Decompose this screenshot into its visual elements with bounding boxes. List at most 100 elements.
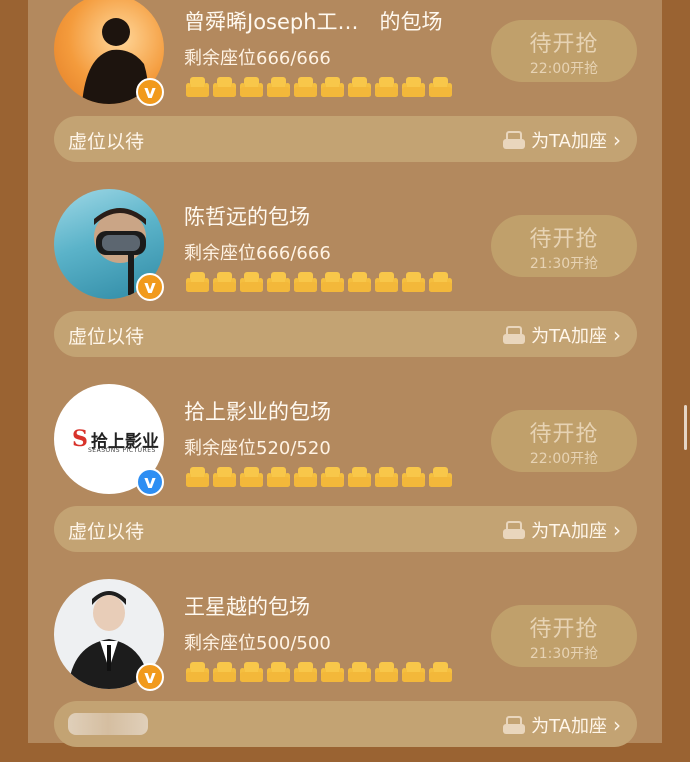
sofa-icon [503, 521, 526, 539]
seat-icon [294, 467, 317, 487]
showing-title: 曾舜晞Joseph工… 的包场 [184, 10, 443, 34]
pending-grab-button[interactable]: 待开抢 21:30开抢 [491, 215, 637, 277]
add-seat-link[interactable]: 为TA加座 › [503, 712, 621, 738]
pending-grab-button[interactable]: 待开抢 21:30开抢 [491, 605, 637, 667]
verified-badge-icon: v [136, 273, 164, 301]
seat-row [186, 662, 452, 682]
seats-remaining: 剩余座位500/500 [184, 633, 331, 654]
seat-placeholder-text: 虚位以待 [68, 131, 145, 153]
seat-icon [402, 467, 425, 487]
seat-icon [186, 272, 209, 292]
showing-card: v 曾舜晞Joseph工… 的包场 剩余座位666/666 待开抢 22:00开… [28, 0, 662, 177]
button-label: 待开抢 [529, 32, 599, 57]
verified-badge-icon: v [136, 468, 164, 496]
seat-icon [294, 272, 317, 292]
verified-badge-icon: v [136, 78, 164, 106]
seat-icon [267, 272, 290, 292]
seat-icon [321, 662, 344, 682]
add-seat-label: 为TA加座 [531, 326, 607, 347]
scroll-indicator[interactable] [684, 405, 687, 450]
seat-icon [402, 77, 425, 97]
seat-row [186, 272, 452, 292]
chevron-right-icon: › [613, 518, 621, 542]
seats-remaining: 剩余座位666/666 [184, 243, 331, 264]
chevron-right-icon: › [613, 713, 621, 737]
seat-icon [348, 77, 371, 97]
showing-title: 王星越的包场 [184, 595, 310, 619]
seat-icon [294, 662, 317, 682]
sofa-icon [503, 326, 526, 344]
showing-list-panel: v 曾舜晞Joseph工… 的包场 剩余座位666/666 待开抢 22:00开… [28, 0, 662, 747]
start-time: 21:30开抢 [529, 646, 599, 662]
seat-icon [213, 662, 236, 682]
seat-icon [186, 77, 209, 97]
add-seat-label: 为TA加座 [531, 716, 607, 737]
showing-title: 陈哲远的包场 [184, 205, 310, 229]
chevron-right-icon: › [613, 323, 621, 347]
seat-icon [240, 77, 263, 97]
seat-icon [375, 272, 398, 292]
seat-icon [240, 467, 263, 487]
seats-remaining: 剩余座位666/666 [184, 48, 331, 69]
seat-icon [294, 77, 317, 97]
seat-bar: 虚位以待 为TA加座 › [54, 311, 637, 357]
seat-icon [267, 467, 290, 487]
chevron-right-icon: › [613, 128, 621, 152]
seat-icon [375, 77, 398, 97]
seat-icon [429, 272, 452, 292]
pending-grab-button[interactable]: 待开抢 22:00开抢 [491, 410, 637, 472]
seat-icon [321, 272, 344, 292]
seat-icon [267, 662, 290, 682]
seat-icon [402, 662, 425, 682]
showing-card: v 陈哲远的包场 剩余座位666/666 待开抢 21:30开抢 虚位以待 为T… [28, 177, 662, 372]
seat-placeholder-text: 虚位以待 [68, 521, 145, 543]
add-seat-label: 为TA加座 [531, 131, 607, 152]
pending-grab-button[interactable]: 待开抢 22:00开抢 [491, 20, 637, 82]
button-label: 待开抢 [529, 227, 599, 252]
seat-placeholder-text: 虚位以待 [68, 326, 145, 348]
seat-icon [213, 467, 236, 487]
seat-icon [429, 77, 452, 97]
showing-card: v 王星越的包场 剩余座位500/500 待开抢 21:30开抢 为TA加座 › [28, 567, 662, 762]
seat-row [186, 77, 452, 97]
seat-icon [348, 272, 371, 292]
seat-icon [321, 467, 344, 487]
button-label: 待开抢 [529, 617, 599, 642]
seat-row [186, 467, 452, 487]
seat-icon [213, 77, 236, 97]
seat-icon [240, 272, 263, 292]
add-seat-link[interactable]: 为TA加座 › [503, 322, 621, 348]
seat-icon [240, 662, 263, 682]
seat-icon [375, 662, 398, 682]
seat-bar: 为TA加座 › [54, 701, 637, 747]
showing-card: S 拾上影业 SEASONS PICTURES v 拾上影业的包场 剩余座位52… [28, 372, 662, 567]
sofa-icon [503, 131, 526, 149]
start-time: 22:00开抢 [529, 451, 599, 467]
start-time: 22:00开抢 [529, 61, 599, 77]
add-seat-link[interactable]: 为TA加座 › [503, 517, 621, 543]
seat-icon [186, 467, 209, 487]
seat-icon [402, 272, 425, 292]
verified-badge-icon: v [136, 663, 164, 691]
logo-mark-icon: S [72, 426, 88, 452]
seat-icon [375, 467, 398, 487]
seat-icon [186, 662, 209, 682]
seats-remaining: 剩余座位520/520 [184, 438, 331, 459]
seat-icon [348, 467, 371, 487]
add-seat-label: 为TA加座 [531, 521, 607, 542]
seat-icon [321, 77, 344, 97]
button-label: 待开抢 [529, 422, 599, 447]
sofa-icon [503, 716, 526, 734]
seat-icon [348, 662, 371, 682]
seat-icon [429, 662, 452, 682]
seat-icon [267, 77, 290, 97]
seat-bar: 虚位以待 为TA加座 › [54, 506, 637, 552]
seat-icon [429, 467, 452, 487]
seat-bar: 虚位以待 为TA加座 › [54, 116, 637, 162]
logo-subtext: SEASONS PICTURES [88, 447, 156, 454]
showing-title: 拾上影业的包场 [184, 400, 331, 424]
page-edge [662, 0, 690, 743]
blurred-username [68, 713, 148, 735]
seat-icon [213, 272, 236, 292]
add-seat-link[interactable]: 为TA加座 › [503, 127, 621, 153]
